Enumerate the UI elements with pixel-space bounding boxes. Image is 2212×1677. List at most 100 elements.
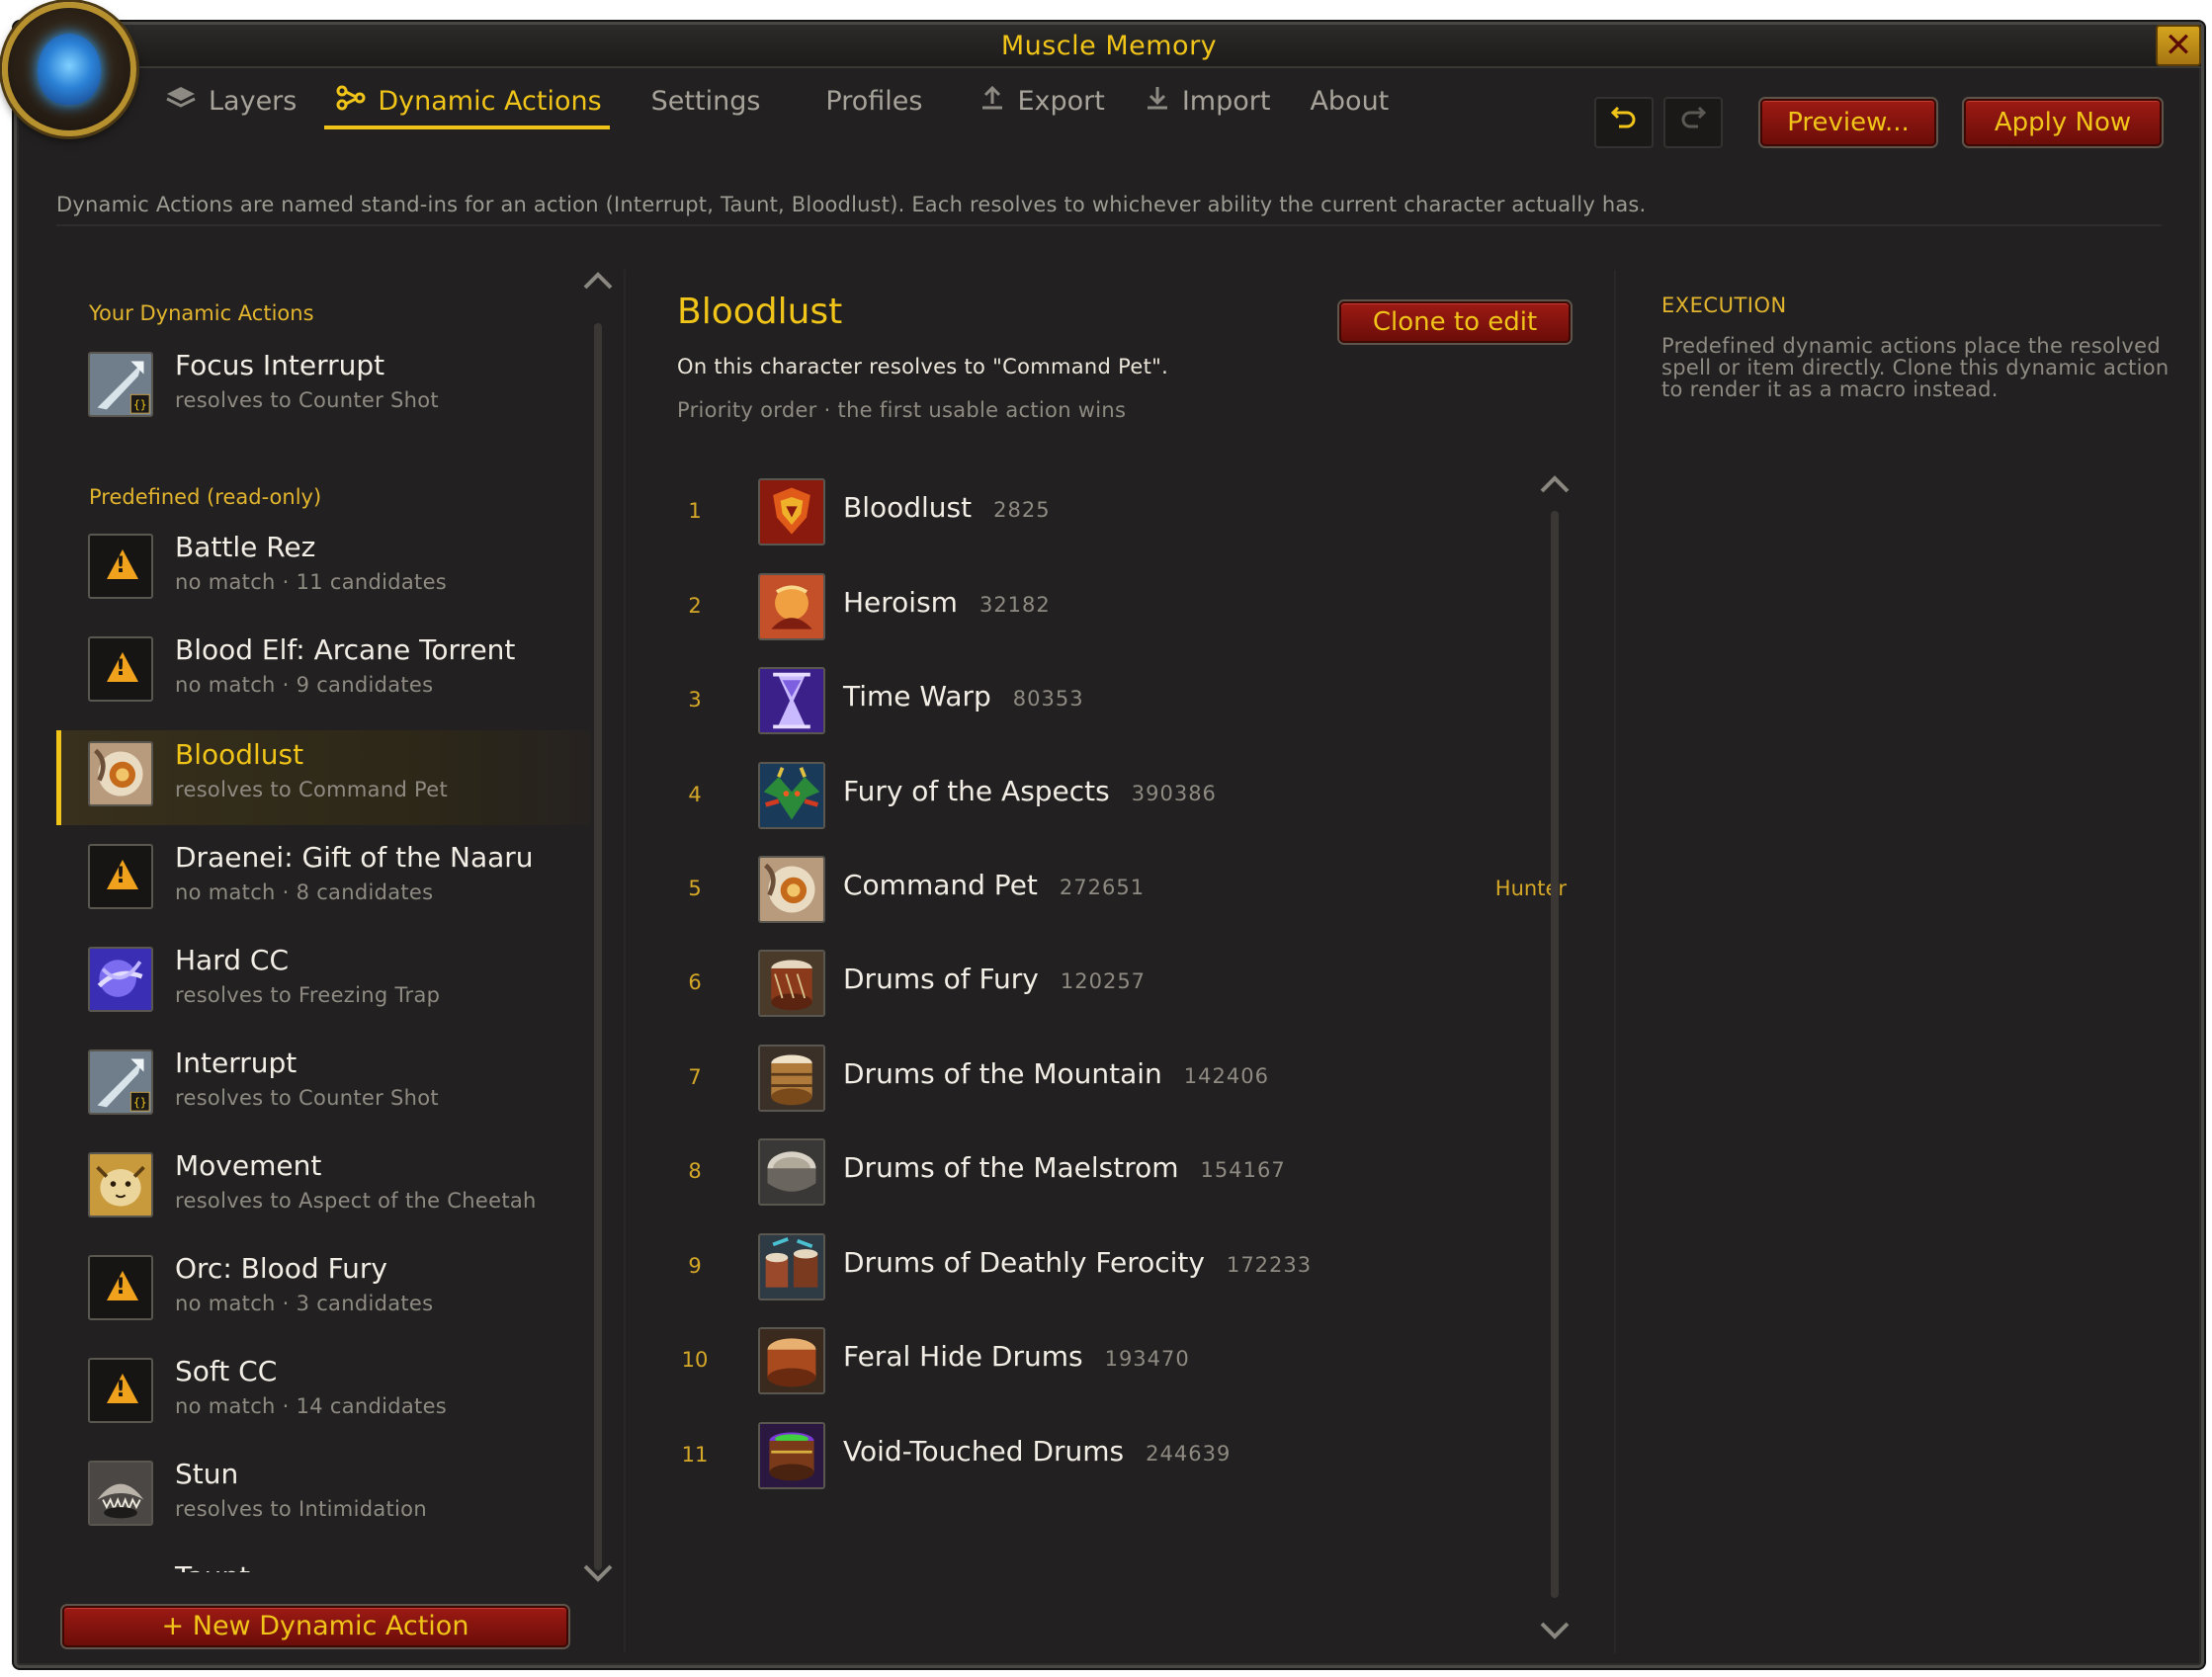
info-text: Dynamic Actions are named stand-ins for …: [56, 193, 1647, 216]
tab-import[interactable]: Import: [1145, 74, 1271, 127]
spell-id: 272651: [1059, 876, 1146, 899]
tab-label: Layers: [209, 85, 298, 117]
priority-row[interactable]: 3 Time Warp 80353: [638, 654, 1567, 749]
list-item-bloodlust[interactable]: Bloodlust resolves to Command Pet: [56, 730, 590, 825]
item-name: Stun: [175, 1458, 239, 1490]
list-item-blood-fury[interactable]: ! Orc: Blood Fury no match · 3 candidate…: [56, 1244, 590, 1339]
close-button[interactable]: ✕: [2156, 25, 2201, 66]
intimidation-icon: [88, 1461, 153, 1526]
spell-id: 172233: [1226, 1253, 1313, 1277]
execution-heading: EXECUTION: [1661, 293, 1787, 317]
row-number: 2: [688, 594, 702, 618]
spell-name: Time Warp: [843, 680, 991, 713]
list-item-arcane-torrent[interactable]: ! Blood Elf: Arcane Torrent no match · 9…: [56, 626, 590, 720]
tab-profiles[interactable]: Profiles: [825, 74, 922, 127]
spell-id: 390386: [1131, 782, 1217, 805]
row-number: 1: [688, 499, 702, 523]
scroll-down-icon[interactable]: [1539, 1614, 1571, 1648]
row-name: Bloodlust 2825: [843, 491, 1051, 524]
redo-icon: [1681, 106, 1707, 128]
tab-settings[interactable]: Settings: [651, 74, 761, 127]
dragon-icon: [758, 762, 825, 829]
list-item-soft-cc[interactable]: ! Soft CC no match · 14 candidates: [56, 1347, 590, 1442]
tab-label: Export: [1017, 85, 1105, 117]
redo-button[interactable]: [1663, 97, 1723, 148]
spell-id: 154167: [1200, 1158, 1286, 1182]
apply-now-button[interactable]: Apply Now: [1964, 99, 2162, 146]
priority-row[interactable]: 10 Feral Hide Drums 193470: [638, 1314, 1567, 1409]
list-item-gift-of-the-naaru[interactable]: ! Draenei: Gift of the Naaru no match · …: [56, 833, 590, 928]
list-item-taunt[interactable]: Taunt: [56, 1552, 590, 1572]
row-name: Heroism 32182: [843, 586, 1051, 619]
list-item-battle-rez[interactable]: ! Battle Rez no match · 11 candidates: [56, 523, 590, 618]
arrow-macro-icon: {}: [88, 352, 153, 417]
priority-row[interactable]: 5 Command Pet 272651 Hunter: [638, 843, 1567, 938]
divider: [624, 270, 626, 1653]
row-number: 10: [681, 1348, 709, 1372]
item-status: no match · 14 candidates: [175, 1394, 448, 1418]
priority-row[interactable]: 2 Heroism 32182: [638, 560, 1567, 655]
undo-button[interactable]: [1594, 97, 1654, 148]
clone-to-edit-button[interactable]: Clone to edit: [1339, 301, 1571, 343]
tab-export[interactable]: Export: [979, 74, 1105, 127]
item-status: resolves to Aspect of the Cheetah: [175, 1189, 537, 1213]
row-number: 11: [681, 1443, 709, 1467]
addon-window: Muscle Memory ✕ Layers Dynamic Actions S…: [14, 22, 2204, 1668]
list-item-focus-interrupt[interactable]: {} Focus Interrupt resolves to Counter S…: [56, 341, 590, 436]
row-number: 4: [688, 783, 702, 806]
priority-row[interactable]: 1 Bloodlust 2825: [638, 465, 1567, 560]
priority-row[interactable]: 6 Drums of Fury 120257: [638, 937, 1567, 1032]
spell-name: Void-Touched Drums: [843, 1435, 1125, 1467]
item-status: no match · 9 candidates: [175, 673, 434, 697]
spell-id: 244639: [1146, 1442, 1232, 1466]
row-number: 7: [688, 1065, 702, 1089]
svg-text:{}: {}: [133, 1096, 147, 1109]
row-name: Drums of Fury 120257: [843, 963, 1146, 995]
cheetah-icon: [88, 1152, 153, 1217]
tab-bar: Layers Dynamic Actions Settings Profiles…: [165, 74, 1428, 131]
preview-button[interactable]: Preview...: [1760, 99, 1936, 146]
hourglass-icon: [758, 667, 825, 734]
item-name: Interrupt: [175, 1047, 298, 1079]
item-status: resolves to Freezing Trap: [175, 983, 441, 1007]
spell-name: Command Pet: [843, 869, 1038, 901]
title-bar[interactable]: Muscle Memory ✕: [17, 25, 2201, 68]
priority-row[interactable]: 9 Drums of Deathly Ferocity 172233: [638, 1220, 1567, 1315]
item-name: Bloodlust: [175, 738, 304, 771]
tab-layers[interactable]: Layers: [165, 74, 297, 127]
list-item-stun[interactable]: Stun resolves to Intimidation: [56, 1450, 590, 1545]
tab-label: Import: [1181, 85, 1271, 117]
warning-icon: !: [88, 1255, 153, 1320]
drum-icon: [758, 1138, 825, 1206]
priority-row[interactable]: 4 Fury of the Aspects 390386: [638, 749, 1567, 844]
spell-name: Heroism: [843, 586, 958, 619]
priority-row[interactable]: 8 Drums of the Maelstrom 154167: [638, 1126, 1567, 1220]
tab-label: Profiles: [825, 85, 923, 117]
priority-scrollbar[interactable]: [1551, 511, 1559, 1598]
spell-name: Drums of the Mountain: [843, 1057, 1162, 1090]
row-number: 9: [688, 1254, 702, 1278]
sidebar-scrollbar[interactable]: [594, 323, 602, 1570]
scroll-down-icon[interactable]: [582, 1556, 614, 1591]
your-actions-heading: Your Dynamic Actions: [89, 301, 314, 325]
list-item-hard-cc[interactable]: Hard CC resolves to Freezing Trap: [56, 936, 590, 1031]
spell-id: 32182: [978, 593, 1051, 617]
list-item-interrupt[interactable]: {} Interrupt resolves to Counter Shot: [56, 1039, 590, 1133]
item-name: Movement: [175, 1149, 322, 1182]
new-dynamic-action-button[interactable]: + New Dynamic Action: [62, 1606, 568, 1647]
bloodlust-icon: [758, 478, 825, 545]
row-number: 6: [688, 970, 702, 994]
priority-row[interactable]: 7 Drums of the Mountain 142406: [638, 1032, 1567, 1127]
drum-icon: [758, 1045, 825, 1112]
tab-about[interactable]: About: [1310, 74, 1389, 127]
warning-icon: !: [88, 534, 153, 599]
tab-dynamic-actions[interactable]: Dynamic Actions: [324, 74, 610, 129]
priority-row[interactable]: 11 Void-Touched Drums 244639: [638, 1409, 1567, 1504]
spell-name: Feral Hide Drums: [843, 1340, 1083, 1373]
list-item-movement[interactable]: Movement resolves to Aspect of the Cheet…: [56, 1141, 590, 1236]
detail-title: Bloodlust: [677, 292, 843, 332]
execution-panel: EXECUTION Predefined dynamic actions pla…: [1661, 293, 2185, 400]
row-name: Drums of the Mountain 142406: [843, 1057, 1269, 1090]
scroll-up-icon[interactable]: [582, 264, 614, 298]
scroll-up-icon[interactable]: [1539, 467, 1571, 502]
